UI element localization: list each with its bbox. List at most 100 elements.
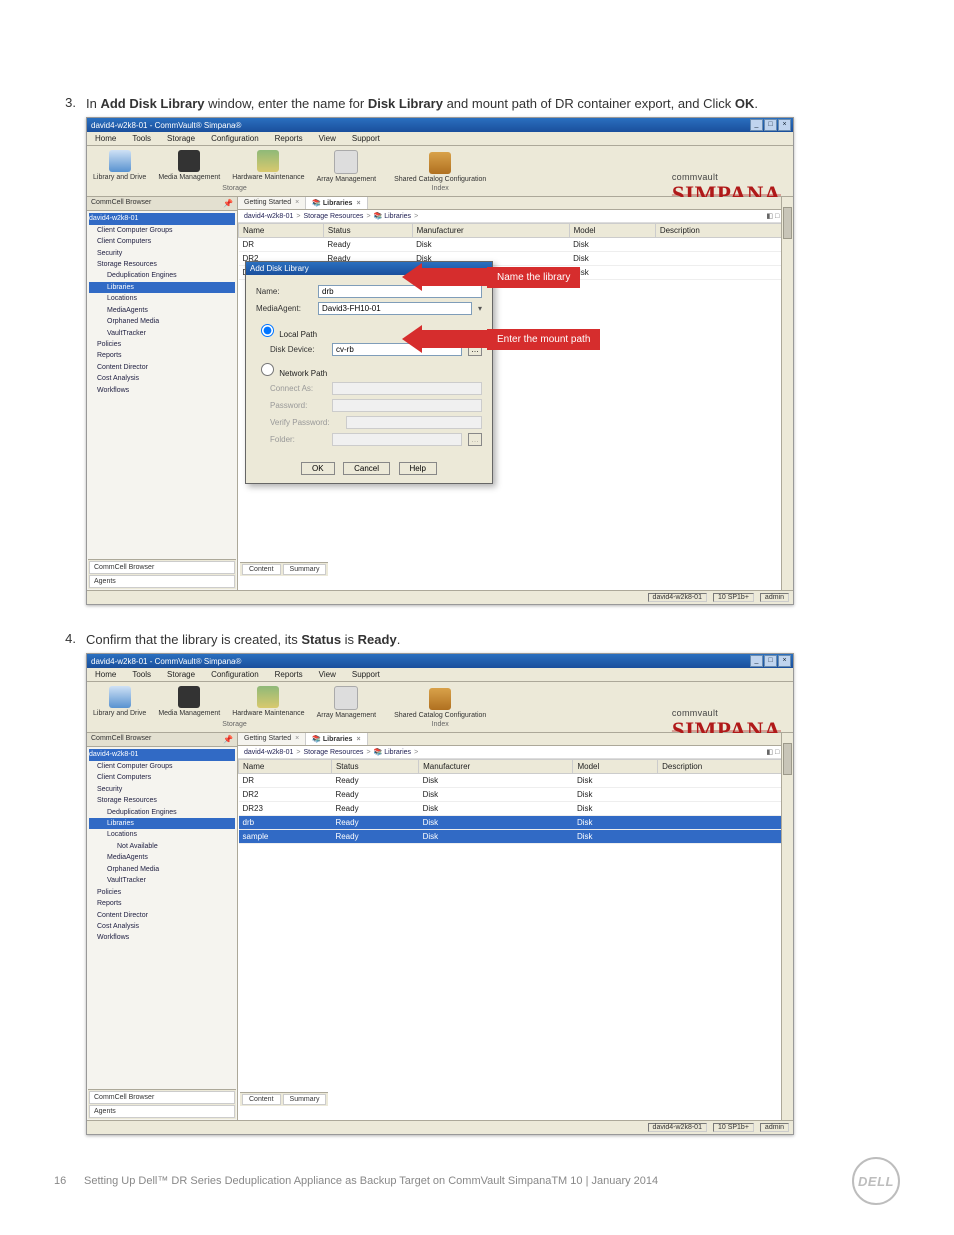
col-desc[interactable]: Description bbox=[658, 760, 793, 774]
table-row[interactable]: DR2ReadyDiskDisk bbox=[239, 788, 793, 802]
table-row[interactable]: DRReadyDiskDisk bbox=[239, 774, 793, 788]
tree-workflows[interactable]: Workflows bbox=[89, 385, 235, 396]
tab-libraries[interactable]: 📚 Libraries× bbox=[306, 733, 367, 745]
tree-security[interactable]: Security bbox=[89, 784, 235, 795]
toolbar-array[interactable]: Array Management bbox=[317, 686, 377, 719]
tree-workflows[interactable]: Workflows bbox=[89, 932, 235, 943]
col-model[interactable]: Model bbox=[573, 760, 658, 774]
toolbar-media-mgmt[interactable]: Media Management bbox=[158, 686, 220, 719]
menu-support[interactable]: Support bbox=[344, 668, 388, 681]
browser-tab-commcell[interactable]: CommCell Browser bbox=[89, 561, 235, 574]
menu-configuration[interactable]: Configuration bbox=[203, 668, 267, 681]
maximize-icon[interactable]: □ bbox=[764, 655, 777, 667]
tree-mediaagents[interactable]: MediaAgents bbox=[89, 305, 235, 316]
subtab-content[interactable]: Content bbox=[242, 564, 281, 575]
tree-cost-analysis[interactable]: Cost Analysis bbox=[89, 373, 235, 384]
col-name[interactable]: Name bbox=[239, 760, 332, 774]
minimize-icon[interactable]: _ bbox=[750, 655, 763, 667]
table-row[interactable]: DR23ReadyDiskDisk bbox=[239, 802, 793, 816]
minimize-icon[interactable]: _ bbox=[750, 119, 763, 131]
tree-reports[interactable]: Reports bbox=[89, 350, 235, 361]
tree-locations[interactable]: Locations bbox=[89, 829, 235, 840]
menu-storage[interactable]: Storage bbox=[159, 132, 203, 145]
toolbar-media-mgmt[interactable]: Media Management bbox=[158, 150, 220, 183]
col-name[interactable]: Name bbox=[239, 224, 324, 238]
tree-content-director[interactable]: Content Director bbox=[89, 910, 235, 921]
menu-tools[interactable]: Tools bbox=[124, 668, 159, 681]
menu-support[interactable]: Support bbox=[344, 132, 388, 145]
tree-mediaagents[interactable]: MediaAgents bbox=[89, 852, 235, 863]
toolbar-shared-catalog[interactable]: Shared Catalog Configuration bbox=[394, 152, 486, 183]
subtab-summary[interactable]: Summary bbox=[283, 564, 327, 575]
scrollbar[interactable] bbox=[781, 733, 793, 1120]
col-manufacturer[interactable]: Manufacturer bbox=[419, 760, 573, 774]
network-path-radio[interactable]: Network Path bbox=[256, 360, 482, 378]
table-row[interactable]: DRReadyDiskDisk bbox=[239, 238, 793, 252]
help-button[interactable]: Help bbox=[399, 462, 437, 475]
tree-dedup-engines[interactable]: Deduplication Engines bbox=[89, 807, 235, 818]
subtab-content[interactable]: Content bbox=[242, 1094, 281, 1105]
menu-configuration[interactable]: Configuration bbox=[203, 132, 267, 145]
close-icon[interactable]: × bbox=[778, 119, 791, 131]
tree-orphaned-media[interactable]: Orphaned Media bbox=[89, 864, 235, 875]
menu-reports[interactable]: Reports bbox=[267, 668, 311, 681]
tab-close-icon[interactable]: × bbox=[295, 735, 299, 742]
tree-policies[interactable]: Policies bbox=[89, 339, 235, 350]
tree-content-director[interactable]: Content Director bbox=[89, 362, 235, 373]
tree-libraries[interactable]: Libraries bbox=[89, 282, 235, 293]
maximize-icon[interactable]: □ bbox=[764, 119, 777, 131]
tree-vaulttracker[interactable]: VaultTracker bbox=[89, 875, 235, 886]
tree-policies[interactable]: Policies bbox=[89, 887, 235, 898]
menu-storage[interactable]: Storage bbox=[159, 668, 203, 681]
tab-libraries[interactable]: 📚 Libraries× bbox=[306, 197, 367, 209]
col-model[interactable]: Model bbox=[569, 224, 655, 238]
pin-icon[interactable]: 📌 bbox=[223, 199, 233, 208]
tree-dedup-engines[interactable]: Deduplication Engines bbox=[89, 270, 235, 281]
menu-home[interactable]: Home bbox=[87, 668, 124, 681]
tab-getting-started[interactable]: Getting Started× bbox=[238, 197, 306, 209]
tree-client-computers[interactable]: Client Computers bbox=[89, 772, 235, 783]
tree-cost-analysis[interactable]: Cost Analysis bbox=[89, 921, 235, 932]
scrollbar[interactable] bbox=[781, 197, 793, 590]
col-status[interactable]: Status bbox=[331, 760, 418, 774]
toolbar-hardware[interactable]: Hardware Maintenance bbox=[232, 686, 304, 719]
tab-close-icon[interactable]: × bbox=[356, 736, 360, 743]
tree-libraries[interactable]: Libraries bbox=[89, 818, 235, 829]
tree-not-available[interactable]: Not Available bbox=[89, 841, 235, 852]
tree-security[interactable]: Security bbox=[89, 248, 235, 259]
mediaagent-field[interactable] bbox=[318, 302, 472, 315]
tree-storage-resources[interactable]: Storage Resources bbox=[89, 795, 235, 806]
tree-client-groups[interactable]: Client Computer Groups bbox=[89, 761, 235, 772]
menu-view[interactable]: View bbox=[311, 668, 344, 681]
menu-view[interactable]: View bbox=[311, 132, 344, 145]
table-row[interactable]: drbReadyDiskDisk bbox=[239, 816, 793, 830]
tree-reports[interactable]: Reports bbox=[89, 898, 235, 909]
commcell-tree[interactable]: david4-w2k8-01 Client Computer Groups Cl… bbox=[87, 211, 237, 398]
col-desc[interactable]: Description bbox=[655, 224, 792, 238]
tree-root[interactable]: david4-w2k8-01 bbox=[89, 749, 235, 760]
tree-storage-resources[interactable]: Storage Resources bbox=[89, 259, 235, 270]
browser-tab-commcell[interactable]: CommCell Browser bbox=[89, 1091, 235, 1104]
close-icon[interactable]: × bbox=[778, 655, 791, 667]
tab-close-icon[interactable]: × bbox=[295, 199, 299, 206]
tree-client-computers[interactable]: Client Computers bbox=[89, 236, 235, 247]
menu-reports[interactable]: Reports bbox=[267, 132, 311, 145]
tab-getting-started[interactable]: Getting Started× bbox=[238, 733, 306, 745]
menu-home[interactable]: Home bbox=[87, 132, 124, 145]
tree-locations[interactable]: Locations bbox=[89, 293, 235, 304]
name-field[interactable] bbox=[318, 285, 482, 298]
browser-tab-agents[interactable]: Agents bbox=[89, 575, 235, 588]
pin-icon[interactable]: 📌 bbox=[223, 735, 233, 744]
col-manufacturer[interactable]: Manufacturer bbox=[412, 224, 569, 238]
toolbar-shared-catalog[interactable]: Shared Catalog Configuration bbox=[394, 688, 486, 719]
toolbar-library-drive[interactable]: Library and Drive bbox=[93, 686, 146, 719]
tree-orphaned-media[interactable]: Orphaned Media bbox=[89, 316, 235, 327]
col-status[interactable]: Status bbox=[323, 224, 412, 238]
tree-vaulttracker[interactable]: VaultTracker bbox=[89, 328, 235, 339]
menu-tools[interactable]: Tools bbox=[124, 132, 159, 145]
toolbar-hardware[interactable]: Hardware Maintenance bbox=[232, 150, 304, 183]
toolbar-array[interactable]: Array Management bbox=[317, 150, 377, 183]
tree-client-groups[interactable]: Client Computer Groups bbox=[89, 225, 235, 236]
toolbar-library-drive[interactable]: Library and Drive bbox=[93, 150, 146, 183]
cancel-button[interactable]: Cancel bbox=[343, 462, 390, 475]
